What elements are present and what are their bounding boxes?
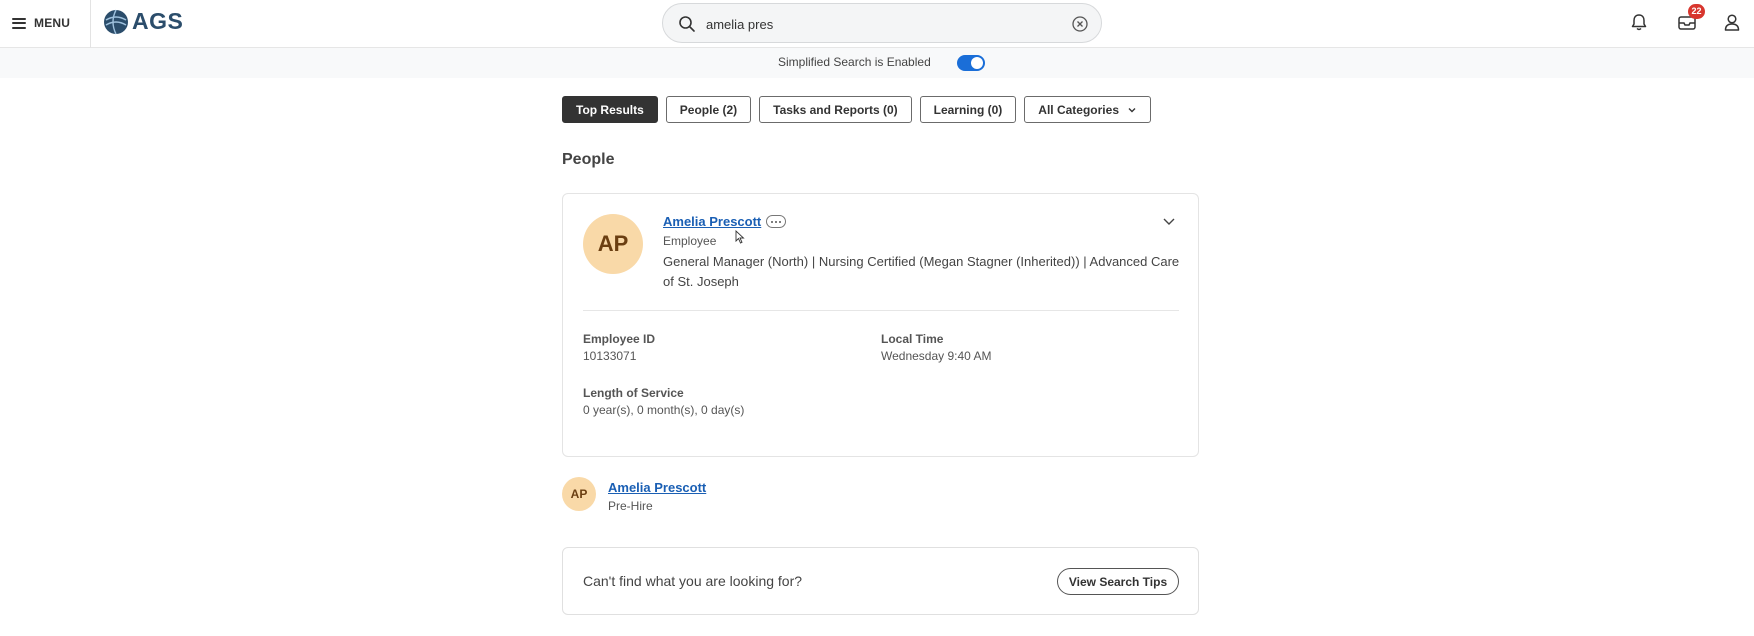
section-title: People <box>562 151 615 168</box>
result-filters: Top Results People (2) Tasks and Reports… <box>562 96 1151 123</box>
dot <box>771 220 773 223</box>
search-bar[interactable] <box>662 3 1102 43</box>
dot <box>775 220 777 223</box>
avatar[interactable]: AP <box>583 214 643 274</box>
filter-label: Learning (0) <box>933 102 1003 117</box>
person-role: Employee <box>663 234 717 248</box>
filter-label: Top Results <box>576 102 644 117</box>
search-tips-card: Can't find what you are looking for? Vie… <box>562 547 1199 615</box>
mouse-cursor-icon <box>735 230 745 244</box>
person-name-link[interactable]: Amelia Prescott <box>608 480 706 495</box>
person-name-link[interactable]: Amelia Prescott <box>663 214 761 229</box>
menu-label: MENU <box>34 16 71 30</box>
top-bar: MENU AGS 22 <box>0 0 1754 48</box>
search-icon <box>679 16 695 32</box>
simplified-search-toggle[interactable] <box>957 55 985 71</box>
user-profile-icon[interactable] <box>1722 12 1742 32</box>
dot <box>779 220 781 223</box>
avatar[interactable]: AP <box>562 477 596 511</box>
filter-all-categories[interactable]: All Categories <box>1024 96 1151 123</box>
divider <box>90 0 91 48</box>
related-actions-button[interactable] <box>766 215 786 228</box>
globe-logo-icon <box>104 9 128 34</box>
filter-label: Tasks and Reports (0) <box>773 102 898 117</box>
search-tips-text: Can't find what you are looking for? <box>583 573 803 589</box>
employee-id-value: 10133071 <box>583 349 637 363</box>
view-search-tips-button[interactable]: View Search Tips <box>1057 568 1179 595</box>
simplified-search-label: Simplified Search is Enabled <box>778 55 931 69</box>
notifications-bell-icon[interactable] <box>1629 12 1649 32</box>
divider <box>583 310 1179 311</box>
hamburger-icon <box>12 17 26 29</box>
menu-button[interactable]: MENU <box>12 10 70 36</box>
filter-learning[interactable]: Learning (0) <box>919 96 1017 123</box>
logo-text: AGS <box>132 8 184 34</box>
person-card: AP Amelia Prescott Employee General Mana… <box>562 193 1199 457</box>
clear-search-icon[interactable] <box>1071 15 1089 33</box>
filter-tasks-and-reports[interactable]: Tasks and Reports (0) <box>759 96 912 123</box>
notification-count-badge: 22 <box>1688 4 1705 19</box>
local-time-value: Wednesday 9:40 AM <box>881 349 992 363</box>
person-description: General Manager (North) | Nursing Certif… <box>663 254 1180 289</box>
employee-id-label: Employee ID <box>583 332 656 346</box>
chevron-down-icon[interactable] <box>1162 214 1176 228</box>
local-time-label: Local Time <box>881 332 944 346</box>
search-input[interactable] <box>706 14 1046 34</box>
toggle-knob <box>971 57 983 69</box>
length-of-service-label: Length of Service <box>583 386 684 400</box>
simplified-search-banner: Simplified Search is Enabled <box>0 48 1754 78</box>
logo[interactable]: AGS <box>103 8 183 35</box>
filter-people[interactable]: People (2) <box>665 96 752 123</box>
chevron-down-icon <box>1128 107 1136 112</box>
person-role: Pre-Hire <box>608 499 653 513</box>
filter-label: People (2) <box>679 102 738 117</box>
filter-label: All Categories <box>1038 102 1119 117</box>
length-of-service-value: 0 year(s), 0 month(s), 0 day(s) <box>583 403 745 417</box>
filter-top-results[interactable]: Top Results <box>562 96 658 123</box>
